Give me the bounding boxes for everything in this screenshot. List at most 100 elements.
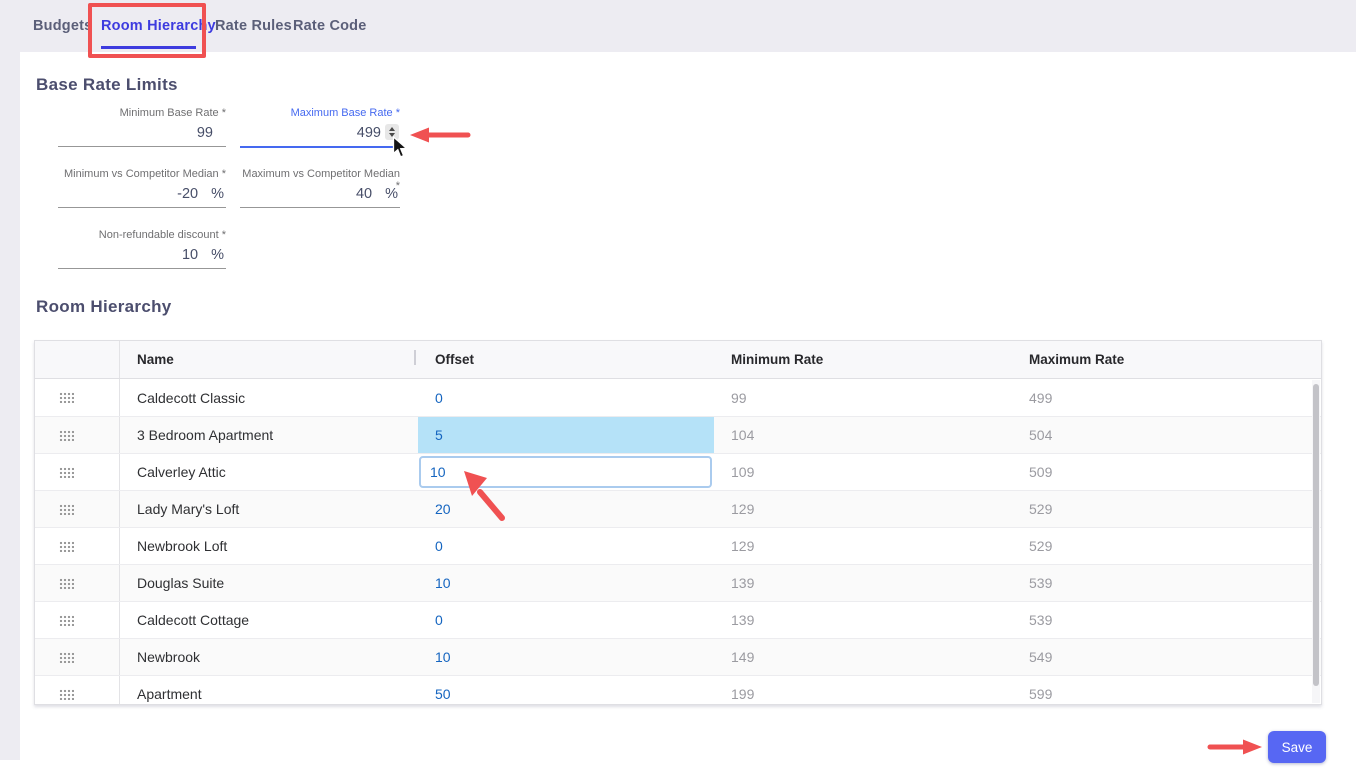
field-value[interactable]: 10 — [182, 247, 198, 263]
row-name: Calverley Attic — [120, 454, 418, 490]
offset-value[interactable]: 0 — [435, 390, 443, 406]
field-label: Non-refundable discount * — [58, 229, 226, 241]
drag-handle-cell — [35, 565, 120, 601]
row-name: Apartment — [120, 676, 418, 705]
drag-handle-icon[interactable] — [59, 467, 74, 478]
field-suffix: % — [385, 186, 398, 202]
drag-handle-cell — [35, 676, 120, 705]
field-minimum-base-rate[interactable]: Minimum Base Rate * 99 — [58, 107, 226, 147]
drag-handle-cell — [35, 379, 120, 416]
drag-handle-cell — [35, 602, 120, 638]
offset-edit-input[interactable]: 10 — [419, 456, 712, 488]
offset-cell[interactable]: 10 — [418, 565, 714, 601]
field-min-vs-competitor-median[interactable]: Minimum vs Competitor Median * -20% — [58, 168, 226, 208]
row-name: Caldecott Cottage — [120, 602, 418, 638]
offset-value[interactable]: 20 — [435, 501, 451, 517]
drag-handle-icon[interactable] — [59, 689, 74, 700]
header-maximum-rate: Maximum Rate — [1012, 352, 1321, 367]
table-scrollbar[interactable] — [1312, 380, 1320, 703]
offset-cell[interactable]: 20 — [418, 491, 714, 527]
header-drag-column — [35, 341, 120, 378]
offset-value[interactable]: 5 — [435, 427, 443, 443]
field-value[interactable]: -20 — [177, 186, 198, 202]
row-name: Newbrook — [120, 639, 418, 675]
table-row: 3 Bedroom Apartment 5 104 504 — [35, 416, 1321, 453]
tab-room-hierarchy[interactable]: Room Hierarchy — [101, 0, 216, 52]
tab-label: Room Hierarchy — [101, 18, 216, 34]
offset-cell[interactable]: 10 — [418, 639, 714, 675]
header-name: Name — [120, 352, 418, 367]
field-value[interactable]: 99 — [197, 125, 213, 141]
row-name: Lady Mary's Loft — [120, 491, 418, 527]
row-min-rate: 149 — [714, 639, 1012, 675]
row-name: 3 Bedroom Apartment — [120, 417, 418, 453]
page-gutter — [0, 52, 20, 760]
row-name: Caldecott Classic — [120, 379, 418, 416]
row-max-rate: 509 — [1012, 454, 1321, 490]
drag-handle-icon[interactable] — [59, 615, 74, 626]
field-value[interactable]: 40 — [356, 186, 372, 202]
column-divider — [414, 350, 416, 365]
row-min-rate: 199 — [714, 676, 1012, 705]
field-maximum-base-rate[interactable]: Maximum Base Rate * 499 — [240, 107, 400, 148]
scrollbar-thumb[interactable] — [1313, 384, 1319, 686]
field-max-vs-competitor-median[interactable]: Maximum vs Competitor Median * 40% — [240, 168, 400, 208]
header-offset-label: Offset — [435, 352, 474, 367]
field-label: Minimum vs Competitor Median * — [58, 168, 226, 180]
drag-handle-icon[interactable] — [59, 652, 74, 663]
offset-value[interactable]: 10 — [435, 649, 451, 665]
offset-cell[interactable]: 50 — [418, 676, 714, 705]
field-suffix: % — [211, 247, 224, 263]
offset-cell[interactable]: 0 — [418, 379, 714, 416]
drag-handle-icon[interactable] — [59, 578, 74, 589]
row-min-rate: 99 — [714, 379, 1012, 416]
row-max-rate: 549 — [1012, 639, 1321, 675]
row-max-rate: 539 — [1012, 565, 1321, 601]
offset-value[interactable]: 0 — [435, 612, 443, 628]
number-stepper[interactable] — [385, 124, 399, 140]
row-min-rate: 129 — [714, 528, 1012, 564]
table-row: Newbrook 10 149 549 — [35, 638, 1321, 675]
table-body: Caldecott Classic 0 99 499 3 Bedroom Apa… — [35, 379, 1321, 705]
row-max-rate: 539 — [1012, 602, 1321, 638]
offset-cell[interactable]: 5 — [418, 417, 714, 453]
drag-handle-cell — [35, 454, 120, 490]
drag-handle-cell — [35, 417, 120, 453]
field-label: Maximum Base Rate * — [240, 107, 400, 119]
stepper-up-icon[interactable] — [389, 127, 395, 131]
save-button[interactable]: Save — [1268, 731, 1326, 763]
tab-budgets[interactable]: Budgets — [33, 0, 92, 52]
drag-handle-cell — [35, 528, 120, 564]
field-value[interactable]: 499 — [357, 125, 381, 141]
settings-page: Budgets Room Hierarchy Rate Rules Rate C… — [0, 0, 1356, 769]
tab-label: Rate Rules — [215, 18, 292, 34]
stepper-down-icon[interactable] — [389, 133, 395, 137]
row-max-rate: 599 — [1012, 676, 1321, 705]
row-max-rate: 504 — [1012, 417, 1321, 453]
row-min-rate: 129 — [714, 491, 1012, 527]
drag-handle-cell — [35, 491, 120, 527]
drag-handle-icon[interactable] — [59, 430, 74, 441]
table-row: Apartment 50 199 599 — [35, 675, 1321, 705]
tab-rate-code[interactable]: Rate Code — [293, 0, 367, 52]
drag-handle-icon[interactable] — [59, 392, 74, 403]
header-minimum-rate: Minimum Rate — [714, 352, 1012, 367]
offset-cell[interactable]: 0 — [418, 602, 714, 638]
room-hierarchy-table: Name Offset Minimum Rate Maximum Rate Ca… — [34, 340, 1322, 705]
offset-value[interactable]: 50 — [435, 686, 451, 702]
offset-value[interactable]: 10 — [435, 575, 451, 591]
offset-value[interactable]: 0 — [435, 538, 443, 554]
row-min-rate: 139 — [714, 602, 1012, 638]
table-row: Caldecott Cottage 0 139 539 — [35, 601, 1321, 638]
table-row: Lady Mary's Loft 20 129 529 — [35, 490, 1321, 527]
field-non-refundable-discount[interactable]: Non-refundable discount * 10% — [58, 229, 226, 269]
tab-rate-rules[interactable]: Rate Rules — [215, 0, 292, 52]
row-min-rate: 104 — [714, 417, 1012, 453]
drag-handle-cell — [35, 639, 120, 675]
section-title-base-rate-limits: Base Rate Limits — [36, 75, 178, 95]
offset-cell[interactable]: 10 — [418, 454, 714, 490]
table-row: Caldecott Classic 0 99 499 — [35, 379, 1321, 416]
offset-cell[interactable]: 0 — [418, 528, 714, 564]
drag-handle-icon[interactable] — [59, 541, 74, 552]
drag-handle-icon[interactable] — [59, 504, 74, 515]
